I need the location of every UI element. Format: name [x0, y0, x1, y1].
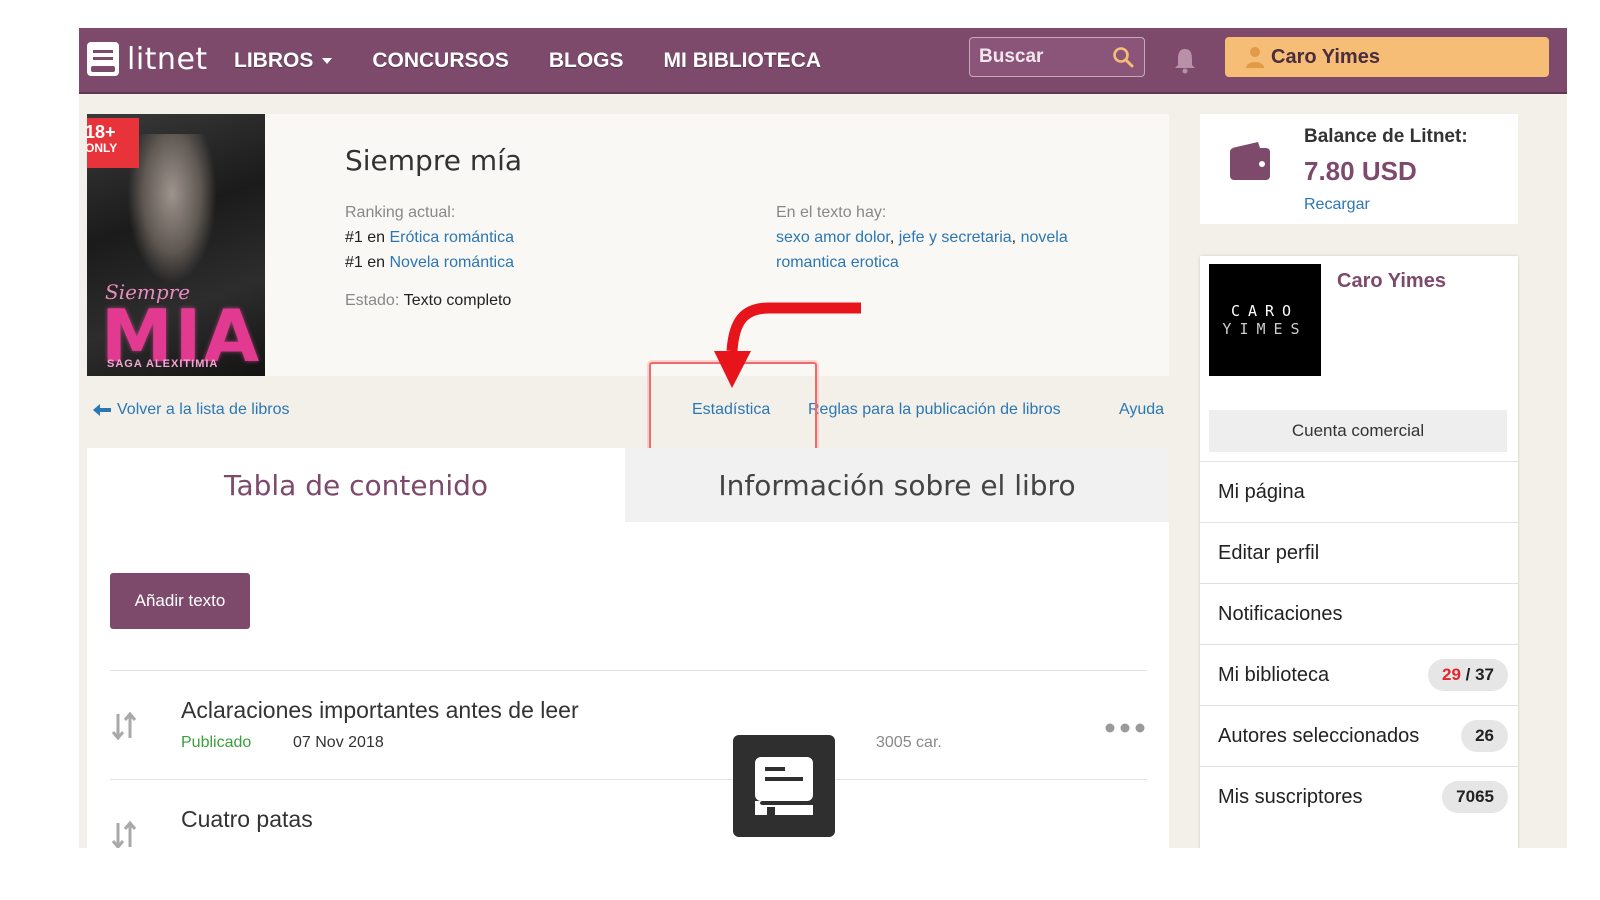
- recharge-link[interactable]: Recargar: [1304, 196, 1370, 214]
- help-link[interactable]: Ayuda: [1119, 401, 1164, 419]
- balance-card: Balance de Litnet: 7.80 USD Recargar: [1200, 114, 1518, 224]
- balance-value: 7.80 USD: [1304, 156, 1417, 186]
- count-badge: 7065: [1442, 781, 1508, 813]
- menu-item-label: Notificaciones: [1218, 602, 1343, 625]
- state-block: Estado: Texto completo: [345, 292, 511, 310]
- book-icon: [733, 735, 835, 837]
- sort-icon[interactable]: [110, 820, 138, 848]
- main-nav: LIBROS CONCURSOS BLOGS MI BIBLIOTECA: [234, 28, 861, 94]
- unread-count: 29: [1441, 665, 1461, 684]
- profile-card: CARO YIMES Caro Yimes Cuenta comercial M…: [1200, 256, 1518, 848]
- avatar[interactable]: CARO YIMES: [1209, 264, 1321, 376]
- tags-block: En el texto hay: sexo amor dolor, jefe y…: [776, 200, 1136, 275]
- tab-book-info[interactable]: Información sobre el libro: [625, 448, 1169, 522]
- book-title: Siempre mía: [345, 144, 523, 177]
- back-link-label: Volver a la lista de libros: [117, 401, 290, 418]
- logo-text: litnet: [127, 41, 208, 77]
- bell-icon[interactable]: [1172, 46, 1198, 74]
- book-info-panel: 18+ ONLY Siempre MIA SAGA ALEXITIMIA Sie…: [87, 114, 1169, 376]
- chapter-title[interactable]: Aclaraciones importantes antes de leer: [181, 697, 579, 724]
- state-label: Estado:: [345, 292, 400, 309]
- search-icon[interactable]: [1112, 46, 1134, 68]
- profile-name[interactable]: Caro Yimes: [1337, 270, 1446, 293]
- annotation-arrow-icon: [714, 302, 861, 388]
- tag-link[interactable]: sexo amor dolor: [776, 229, 890, 246]
- state-value: Texto completo: [403, 292, 512, 309]
- rank-prefix: #1 en: [345, 254, 390, 271]
- menu-item-editar-perfil[interactable]: Editar perfil: [1200, 522, 1518, 583]
- wallet-icon: [1230, 142, 1270, 180]
- chapter-status: Publicado: [181, 734, 252, 751]
- tab-table-of-contents[interactable]: Tabla de contenido: [87, 448, 625, 522]
- sort-icon[interactable]: [110, 711, 138, 741]
- user-icon: [1246, 47, 1264, 68]
- chevron-down-icon: [322, 58, 333, 64]
- count-badge: 29 / 37: [1427, 659, 1508, 691]
- chapter-date: 07 Nov 2018: [293, 734, 384, 751]
- nav-blogs[interactable]: BLOGS: [549, 49, 624, 73]
- menu-item-label: Mis suscriptores: [1218, 785, 1363, 808]
- user-menu-button[interactable]: Caro Yimes: [1225, 37, 1549, 77]
- rules-link[interactable]: Reglas para la publicación de libros: [808, 401, 1061, 419]
- profile-menu: Mi página Editar perfil Notificaciones M…: [1200, 461, 1518, 827]
- nav-libros-label: LIBROS: [234, 49, 314, 72]
- book-subnav: Volver a la lista de libros Estadística …: [79, 392, 1169, 432]
- litnet-logo[interactable]: litnet: [87, 40, 208, 78]
- nav-concursos[interactable]: CONCURSOS: [372, 49, 509, 73]
- menu-item-label: Editar perfil: [1218, 541, 1320, 564]
- count-badge: 26: [1461, 720, 1508, 752]
- cover-figure: [127, 134, 217, 284]
- logo-book-icon: [87, 42, 119, 76]
- cover-saga: SAGA ALEXITIMIA: [107, 358, 219, 370]
- rank-prefix: #1 en: [345, 229, 390, 246]
- menu-item-label: Autores seleccionados: [1218, 724, 1420, 747]
- ranking-label: Ranking actual:: [345, 204, 456, 221]
- search-input[interactable]: [970, 46, 1112, 68]
- tag-link[interactable]: jefe y secretaria: [899, 229, 1012, 246]
- chapter-title[interactable]: Cuatro patas: [181, 806, 313, 833]
- rank-link-novela[interactable]: Novela romántica: [389, 254, 514, 271]
- avatar-line1: CARO: [1230, 302, 1300, 320]
- search-box: [969, 37, 1145, 77]
- avatar-line2: YIMES: [1222, 320, 1308, 338]
- chapter-char-count: 3005 car.: [876, 734, 942, 751]
- menu-item-mi-biblioteca[interactable]: Mi biblioteca 29 / 37: [1200, 644, 1518, 705]
- nav-mi-biblioteca[interactable]: MI BIBLIOTECA: [664, 49, 822, 73]
- rank-link-erotica[interactable]: Erótica romántica: [389, 229, 514, 246]
- age-badge: 18+ ONLY: [87, 118, 139, 168]
- book-content-area: Tabla de contenido Información sobre el …: [87, 448, 1169, 848]
- menu-item-label: Mi página: [1218, 480, 1305, 503]
- account-type: Cuenta comercial: [1209, 410, 1507, 452]
- chapter-row: Cuatro patas: [110, 779, 1147, 848]
- menu-item-mi-pagina[interactable]: Mi página: [1200, 461, 1518, 522]
- age-badge-top: 18+: [87, 122, 116, 142]
- arrow-left-icon: [93, 404, 111, 416]
- menu-item-notificaciones[interactable]: Notificaciones: [1200, 583, 1518, 644]
- nav-libros[interactable]: LIBROS: [234, 49, 333, 73]
- add-text-button[interactable]: Añadir texto: [110, 573, 250, 629]
- more-dots-icon[interactable]: [1105, 723, 1145, 733]
- balance-label: Balance de Litnet:: [1304, 126, 1468, 147]
- chapter-row: Aclaraciones importantes antes de leer P…: [110, 670, 1147, 780]
- menu-item-label: Mi biblioteca: [1218, 663, 1330, 686]
- app-frame: litnet LIBROS CONCURSOS BLOGS MI BIBLIOT…: [79, 28, 1567, 848]
- ranking-block: Ranking actual: #1 en Erótica romántica …: [345, 200, 514, 275]
- book-cover[interactable]: 18+ ONLY Siempre MIA SAGA ALEXITIMIA: [87, 114, 265, 376]
- total-count: 37: [1475, 665, 1494, 684]
- count-separator: /: [1460, 665, 1476, 684]
- menu-item-autores-seleccionados[interactable]: Autores seleccionados 26: [1200, 705, 1518, 766]
- menu-item-mis-suscriptores[interactable]: Mis suscriptores 7065: [1200, 766, 1518, 827]
- user-name: Caro Yimes: [1271, 45, 1380, 68]
- tags-label: En el texto hay:: [776, 204, 887, 221]
- top-navbar: litnet LIBROS CONCURSOS BLOGS MI BIBLIOT…: [79, 28, 1567, 94]
- back-link[interactable]: Volver a la lista de libros: [92, 401, 290, 419]
- age-badge-bottom: ONLY: [87, 141, 118, 155]
- book-glyph-icon: [755, 757, 813, 819]
